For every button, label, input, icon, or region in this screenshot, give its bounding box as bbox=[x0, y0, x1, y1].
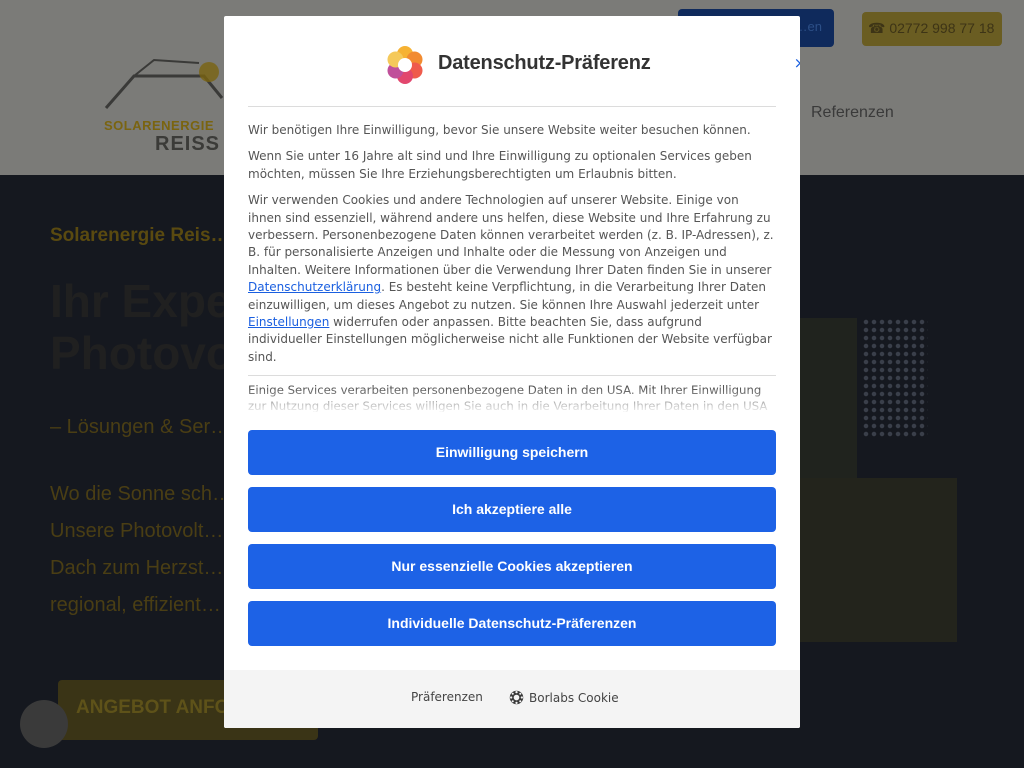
cookies-text: Wir verwenden Cookies und andere Technol… bbox=[248, 192, 776, 366]
borlabs-label: Borlabs Cookie bbox=[529, 691, 619, 705]
save-consent-button[interactable]: Einwilligung speichern bbox=[248, 430, 776, 475]
hero-subline: – Lösungen & Ser… bbox=[50, 416, 231, 438]
privacy-policy-link[interactable]: Datenschutzerklärung bbox=[248, 280, 381, 294]
accept-all-button[interactable]: Ich akzeptiere alle bbox=[248, 487, 776, 532]
flower-logo-icon bbox=[387, 46, 423, 84]
hero-paragraph-line: Unsere Photovolt… bbox=[50, 520, 224, 542]
hero-paragraph-line: regional, effizient… bbox=[50, 594, 221, 616]
privacy-modal: Datenschutz-Präferenz × Wir benötigen Ih… bbox=[224, 16, 800, 728]
hero-eyebrow: Solarenergie Reis… bbox=[50, 225, 230, 246]
modal-title: Datenschutz-Präferenz bbox=[438, 52, 651, 74]
hero-image-bottom bbox=[785, 478, 957, 642]
close-icon[interactable]: × bbox=[790, 53, 800, 73]
phone-button[interactable]: ☎ 02772 998 77 18 bbox=[862, 12, 1002, 46]
hero-paragraph: Wo die Sonne sch… Unsere Photovolt… Dach… bbox=[50, 476, 232, 624]
consent-text: Wir benötigen Ihre Einwilligung, bevor S… bbox=[248, 123, 751, 137]
cookie-settings-badge[interactable] bbox=[20, 700, 68, 748]
modal-header: Datenschutz-Präferenz × bbox=[248, 40, 800, 107]
cookies-text-part: Wir verwenden Cookies und andere Technol… bbox=[248, 193, 774, 277]
minors-text: Wenn Sie unter 16 Jahre alt sind und Ihr… bbox=[248, 149, 752, 181]
essential-only-button[interactable]: Nur essenzielle Cookies akzeptieren bbox=[248, 544, 776, 589]
individual-preferences-button[interactable]: Individuelle Datenschutz-Präferenzen bbox=[248, 601, 776, 646]
body-fade-overlay bbox=[248, 388, 776, 414]
modal-footer: Präferenzen Borlabs Cookie bbox=[224, 670, 800, 728]
nav-item-referenzen[interactable]: Referenzen bbox=[811, 104, 894, 122]
borlabs-cookie-icon bbox=[509, 690, 524, 705]
logo-text-top: SOLARENERGIE bbox=[104, 118, 215, 133]
preferences-link[interactable]: Präferenzen bbox=[411, 690, 483, 704]
hero-paragraph-line: Dach zum Herzst… bbox=[50, 557, 224, 579]
borlabs-brand[interactable]: Borlabs Cookie bbox=[509, 690, 619, 705]
hero-paragraph-line: Wo die Sonne sch… bbox=[50, 483, 232, 505]
dot-pattern bbox=[862, 318, 928, 438]
logo-text-bottom: REISS bbox=[155, 133, 221, 155]
modal-body[interactable]: Wir benötigen Ihre Einwilligung, bevor S… bbox=[248, 122, 776, 412]
settings-link[interactable]: Einstellungen bbox=[248, 315, 329, 329]
